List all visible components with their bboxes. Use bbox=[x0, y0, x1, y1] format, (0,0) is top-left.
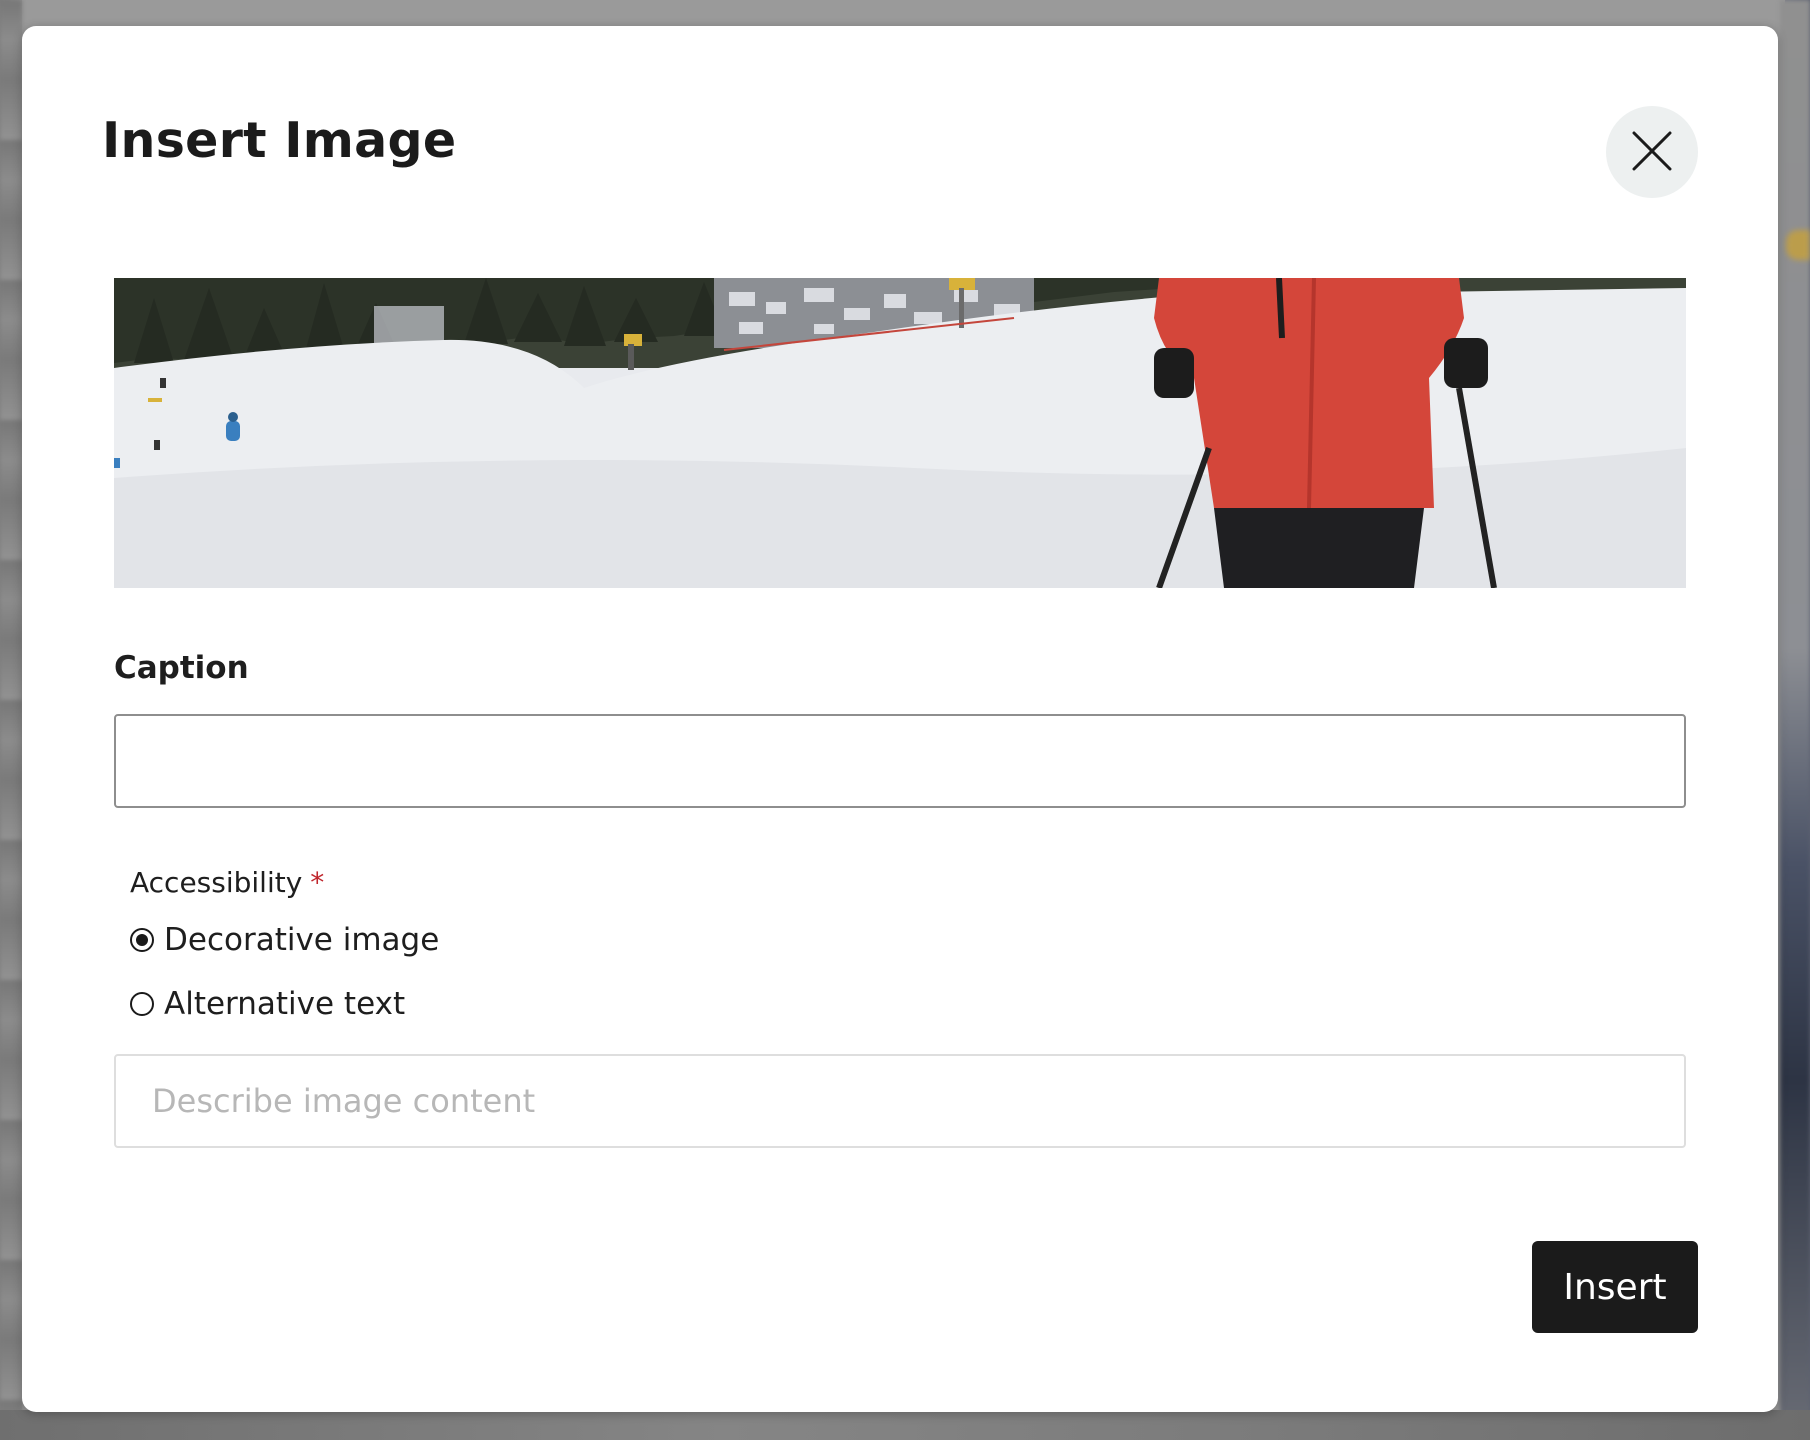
dialog-title: Insert Image bbox=[102, 112, 457, 169]
backdrop-highlight bbox=[1786, 230, 1810, 260]
radio-decorative-label: Decorative image bbox=[164, 922, 440, 958]
radio-selected-icon[interactable] bbox=[130, 928, 154, 952]
required-indicator: * bbox=[310, 866, 325, 899]
caption-label: Caption bbox=[114, 650, 249, 686]
insert-image-dialog: Insert Image Caption Accessibility * Dec… bbox=[22, 26, 1778, 1412]
radio-dot bbox=[136, 934, 148, 946]
close-icon bbox=[1631, 130, 1673, 175]
caption-input[interactable] bbox=[114, 714, 1686, 808]
accessibility-label-text: Accessibility bbox=[130, 866, 303, 899]
radio-unselected-icon[interactable] bbox=[130, 992, 154, 1016]
accessibility-label: Accessibility * bbox=[130, 866, 324, 899]
radio-decorative-image[interactable]: Decorative image bbox=[130, 922, 439, 958]
alt-text-input[interactable] bbox=[114, 1054, 1686, 1148]
image-preview bbox=[114, 278, 1686, 588]
app-backdrop-left bbox=[0, 0, 22, 1440]
radio-alternative-label: Alternative text bbox=[164, 986, 406, 1022]
radio-alternative-text[interactable]: Alternative text bbox=[130, 986, 405, 1022]
close-button[interactable] bbox=[1606, 106, 1698, 198]
insert-button[interactable]: Insert bbox=[1532, 1241, 1698, 1333]
app-backdrop-right bbox=[1780, 0, 1810, 1440]
app-backdrop-bottom bbox=[0, 1410, 1810, 1440]
